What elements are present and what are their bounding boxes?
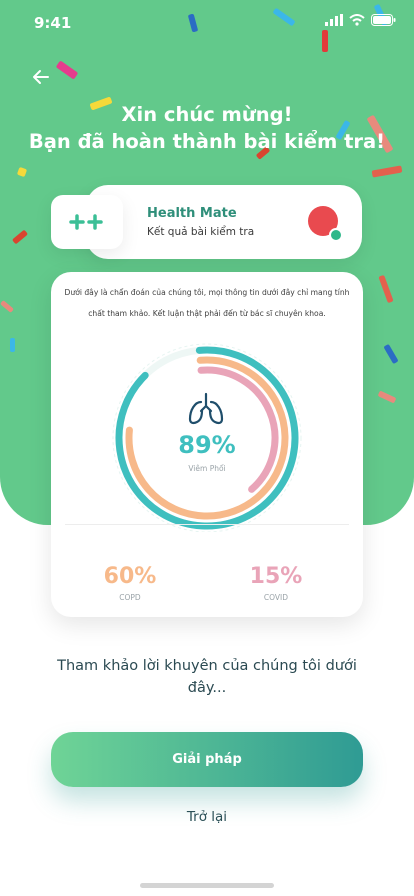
app-card: Health Mate Kết quả bài kiểm tra (86, 185, 362, 259)
health-plus-icon (69, 214, 103, 230)
page-title: Xin chúc mừng! Bạn đã hoàn thành bài kiể… (0, 101, 414, 155)
confetti (383, 343, 399, 365)
status-time: 9:41 (34, 14, 72, 32)
confetti (378, 274, 394, 304)
app-name: Health Mate (147, 206, 237, 221)
stat-copd-percent: 60% (103, 564, 157, 589)
primary-label: Viêm Phổi (188, 464, 226, 473)
confetti (272, 7, 296, 27)
stat-copd: 60% COPD (70, 564, 190, 602)
back-arrow-icon[interactable] (30, 66, 52, 88)
confetti (377, 390, 397, 404)
result-card: Dưới đây là chẩn đoán của chúng tôi, mọi… (51, 272, 363, 617)
lungs-icon (188, 392, 224, 425)
battery-icon (371, 14, 396, 26)
confetti (16, 166, 28, 178)
stat-covid: 15% COVID (216, 564, 336, 602)
confetti (322, 30, 328, 52)
stat-copd-label: COPD (119, 593, 141, 602)
online-status-dot (329, 228, 343, 242)
signal-icon (325, 14, 343, 26)
confetti (11, 229, 29, 245)
app-subtitle: Kết quả bài kiểm tra (147, 226, 255, 238)
advice-text: Tham khảo lời khuyên của chúng tôi dưới … (57, 658, 357, 696)
confetti (10, 338, 15, 352)
confetti (55, 60, 79, 80)
solution-button[interactable]: Giải pháp (51, 732, 363, 787)
status-icons (325, 14, 396, 26)
back-link[interactable]: Trở lại (0, 809, 414, 825)
app-logo (51, 195, 123, 249)
divider (65, 524, 349, 525)
stat-covid-percent: 15% (249, 564, 303, 589)
title-line-1: Xin chúc mừng! (121, 103, 293, 126)
primary-percent: 89% (178, 431, 236, 459)
confetti (0, 300, 14, 313)
wifi-icon (349, 14, 365, 26)
disclaimer-text: Dưới đây là chẩn đoán của chúng tôi, mọi… (64, 288, 350, 318)
confetti (187, 13, 199, 33)
stat-covid-label: COVID (263, 593, 289, 602)
title-line-2: Bạn đã hoàn thành bài kiểm tra! (28, 130, 386, 153)
home-indicator (140, 883, 274, 888)
confetti (371, 165, 403, 178)
